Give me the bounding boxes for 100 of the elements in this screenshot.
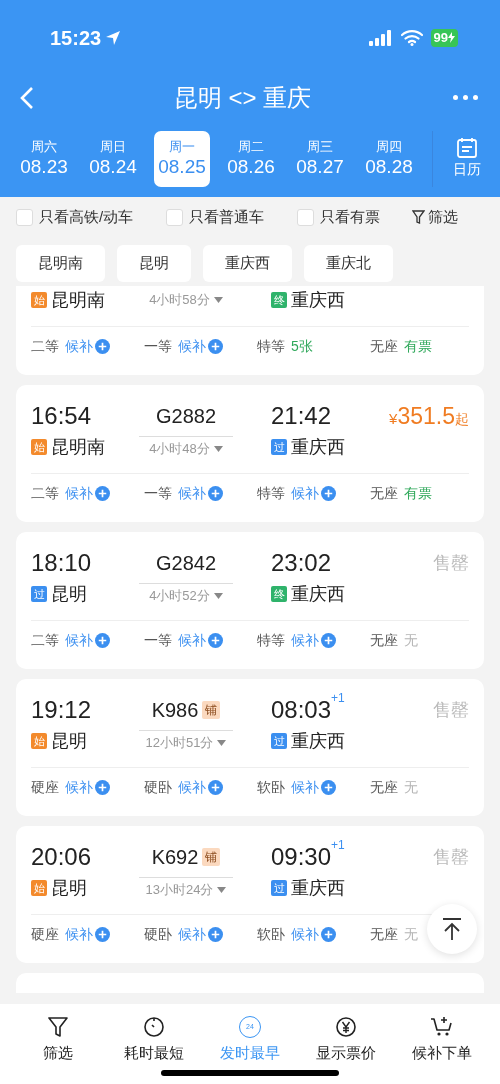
- sold-out-label: 售罄: [433, 698, 469, 722]
- sort-tab[interactable]: 候补下单: [394, 1016, 490, 1066]
- date-tab[interactable]: 周六 08.23: [16, 130, 72, 187]
- train-card[interactable]: 始 昆明南 4小时58分 终 重庆西 二等 候补 一等 候补 特等 5张 无座 有票: [16, 286, 484, 375]
- station-badge: 过: [271, 733, 287, 749]
- station-chip[interactable]: 昆明南: [16, 244, 105, 282]
- station-badge: 终: [271, 292, 287, 308]
- filter-checkbox[interactable]: 只看普通车: [166, 205, 297, 229]
- seat-status[interactable]: 候补: [65, 923, 93, 945]
- train-card[interactable]: 18:10 G2842 23:02 售罄 过 昆明 4小时52分 终 重庆西 二等 候补 一等 候补 特等 候补 无座 无: [16, 532, 484, 669]
- sort-tab[interactable]: 筛选: [10, 1016, 106, 1066]
- seat-class: 软卧: [257, 924, 285, 944]
- seat-status: 无: [404, 630, 418, 650]
- station-chip[interactable]: 昆明: [117, 244, 191, 282]
- station-badge: 始: [31, 439, 47, 455]
- seat-status[interactable]: 候补: [291, 482, 319, 504]
- station-name: 重庆西: [291, 288, 345, 312]
- seat-class: 一等: [144, 483, 172, 503]
- duration[interactable]: 4小时58分: [149, 290, 223, 310]
- seat-class: 特等: [257, 336, 285, 356]
- seat-status[interactable]: 候补: [65, 335, 93, 357]
- station-name: 昆明南: [51, 288, 105, 312]
- seat-class: 二等: [31, 336, 59, 356]
- station-name: 昆明: [51, 876, 87, 900]
- train-number: K986: [151, 698, 199, 723]
- sold-out-label: 售罄: [433, 551, 469, 575]
- seat-status: 有票: [404, 336, 432, 356]
- seat-status[interactable]: 候补: [178, 482, 206, 504]
- station-badge: 过: [271, 439, 287, 455]
- seat-status[interactable]: 候补: [291, 776, 319, 798]
- departure-time: 18:10: [31, 548, 93, 578]
- seat-class: 特等: [257, 630, 285, 650]
- train-card[interactable]: 16:54 G2882 21:42 ¥351.5起 始 昆明南 4小时48分 过 重庆西 二等 候补 一等 候补 特等 候补 无座 有票: [16, 385, 484, 522]
- arrival-time: 09:30: [271, 843, 332, 872]
- station-badge: 始: [31, 880, 47, 896]
- station-name: 昆明: [51, 582, 87, 606]
- seat-class: 二等: [31, 630, 59, 650]
- duration[interactable]: 4小时48分: [149, 438, 223, 459]
- seat-status: 5张: [291, 336, 313, 356]
- seat-status: 无: [404, 924, 418, 944]
- seat-class: 无座: [370, 483, 398, 503]
- seat-class: 软卧: [257, 777, 285, 797]
- filter-checkbox[interactable]: 只看高铁/动车: [16, 205, 166, 229]
- station-name: 重庆西: [291, 582, 345, 606]
- seat-class: 一等: [144, 336, 172, 356]
- train-number: G2882: [155, 404, 217, 429]
- sold-out-label: 售罄: [433, 845, 469, 869]
- seat-class: 硬座: [31, 924, 59, 944]
- seat-class: 无座: [370, 336, 398, 356]
- station-name: 重庆西: [291, 729, 345, 753]
- seat-status[interactable]: 候补: [178, 776, 206, 798]
- seat-status: 无: [404, 777, 418, 797]
- date-tab[interactable]: 周三 08.27: [292, 130, 348, 187]
- seat-status[interactable]: 候补: [178, 629, 206, 651]
- seat-status[interactable]: 候补: [178, 923, 206, 945]
- arrival-time: 23:02: [271, 548, 332, 578]
- station-badge: 过: [31, 586, 47, 602]
- date-tab[interactable]: 周一 08.25: [154, 130, 210, 187]
- berth-tag: 铺: [202, 701, 221, 719]
- calendar-button[interactable]: 日历: [432, 130, 500, 187]
- departure-time: 20:06: [31, 842, 93, 872]
- duration[interactable]: 12小时51分: [145, 732, 227, 753]
- seat-status[interactable]: 候补: [178, 335, 206, 357]
- station-chip[interactable]: 重庆西: [203, 244, 292, 282]
- sort-tab[interactable]: 耗时最短: [106, 1016, 202, 1066]
- station-badge: 终: [271, 586, 287, 602]
- station-badge: 始: [31, 733, 47, 749]
- sort-tab[interactable]: 显示票价: [298, 1016, 394, 1066]
- route-title: 昆明 <> 重庆: [173, 82, 312, 113]
- train-number: G2842: [155, 551, 217, 576]
- date-tab[interactable]: 周四 08.28: [361, 130, 417, 187]
- seat-class: 二等: [31, 483, 59, 503]
- station-badge: 过: [271, 880, 287, 896]
- seat-status[interactable]: 候补: [65, 776, 93, 798]
- station-name: 昆明: [51, 729, 87, 753]
- station-name: 昆明南: [51, 435, 105, 459]
- price: ¥351.5起: [389, 401, 469, 431]
- seat-status[interactable]: 候补: [65, 629, 93, 651]
- seat-class: 特等: [257, 483, 285, 503]
- seat-class: 硬卧: [144, 777, 172, 797]
- filter-button[interactable]: 筛选: [412, 205, 458, 229]
- departure-time: 16:54: [31, 401, 93, 431]
- next-day-mark: +1: [331, 839, 345, 851]
- duration[interactable]: 13小时24分: [145, 879, 227, 900]
- date-tab[interactable]: 周二 08.26: [223, 130, 279, 187]
- date-tab[interactable]: 周日 08.24: [85, 130, 141, 187]
- seat-class: 无座: [370, 630, 398, 650]
- station-chip[interactable]: 重庆北: [304, 244, 393, 282]
- battery-indicator: 99: [430, 28, 458, 47]
- seat-status: 有票: [404, 483, 432, 503]
- departure-time: 19:12: [31, 695, 93, 725]
- duration[interactable]: 4小时52分: [149, 585, 223, 606]
- seat-status[interactable]: 候补: [65, 482, 93, 504]
- next-day-mark: +1: [331, 692, 345, 704]
- seat-class: 无座: [370, 924, 398, 944]
- seat-class: 硬卧: [144, 924, 172, 944]
- filter-checkbox[interactable]: 只看有票: [297, 205, 412, 229]
- station-name: 重庆西: [291, 435, 345, 459]
- seat-status[interactable]: 候补: [291, 629, 319, 651]
- seat-status[interactable]: 候补: [291, 923, 319, 945]
